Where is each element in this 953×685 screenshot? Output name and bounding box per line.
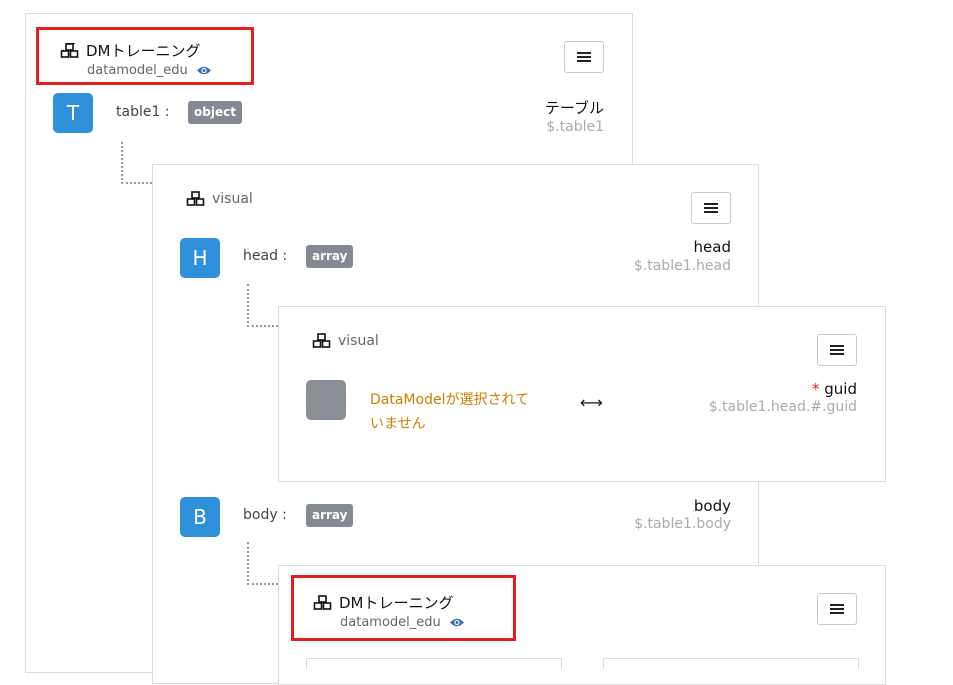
cubes-icon	[60, 42, 79, 58]
hamburger-icon	[830, 604, 844, 614]
head-field-name: head :	[243, 248, 288, 264]
table1-connector	[121, 142, 152, 184]
body-card-subtitle: datamodel_edu	[340, 615, 465, 630]
guid-visual-header: visual	[312, 333, 379, 349]
datamodel-not-selected-warning: DataModelが選択されて いません	[370, 388, 529, 436]
root-subtitle-text: datamodel_edu	[87, 63, 188, 78]
head-menu-button[interactable]	[691, 192, 731, 224]
body-path: $.table1.body	[634, 516, 731, 532]
eye-icon[interactable]	[449, 617, 465, 628]
head-path: $.table1.head	[633, 258, 731, 274]
eye-icon[interactable]	[196, 65, 212, 76]
head-type-badge: array	[306, 245, 354, 268]
body-label: body	[693, 497, 731, 515]
body-card-title-text: DMトレーニング	[339, 594, 454, 612]
root-title: DMトレーニング	[60, 40, 201, 61]
warning-line-2: いません	[370, 416, 426, 432]
body-child-box-right	[603, 658, 859, 669]
body-child-box-left	[306, 658, 562, 669]
cubes-icon	[313, 594, 332, 610]
head-label: head	[693, 238, 731, 256]
body-field-name: body :	[243, 507, 287, 523]
body-avatar: B	[180, 497, 220, 537]
cubes-icon	[186, 191, 205, 206]
head-visual-header: visual	[186, 191, 253, 207]
table1-path: $.table1	[546, 119, 604, 135]
mapping-arrow-icon: ⟷	[580, 393, 603, 412]
guid-label-text: guid	[824, 380, 857, 398]
guid-menu-button[interactable]	[817, 334, 857, 366]
warning-line-1: DataModelが選択されて	[370, 392, 530, 408]
cubes-icon	[312, 333, 331, 348]
hamburger-icon	[704, 203, 718, 213]
head-connector	[247, 284, 278, 327]
guid-path: $.table1.head.#.guid	[708, 399, 857, 415]
root-title-text: DMトレーニング	[86, 42, 201, 60]
table1-type-badge: object	[188, 101, 242, 124]
body-card-subtitle-text: datamodel_edu	[340, 615, 441, 630]
head-avatar: H	[180, 238, 220, 278]
required-mark: *	[812, 380, 820, 398]
guid-avatar	[306, 380, 346, 420]
head-visual-label: visual	[212, 191, 253, 207]
guid-visual-label: visual	[338, 333, 379, 349]
table1-label: テーブル	[544, 99, 604, 117]
table1-field-name: table1 :	[116, 104, 170, 120]
hamburger-icon	[830, 345, 844, 355]
body-card-menu-button[interactable]	[817, 593, 857, 625]
root-subtitle: datamodel_edu	[87, 63, 212, 78]
body-card-title: DMトレーニング	[313, 592, 454, 613]
hamburger-icon	[577, 52, 591, 62]
body-connector	[247, 542, 278, 585]
guid-label: * guid	[812, 380, 857, 398]
root-menu-button[interactable]	[564, 41, 604, 73]
body-type-badge: array	[306, 504, 354, 527]
table1-avatar: T	[53, 93, 93, 133]
